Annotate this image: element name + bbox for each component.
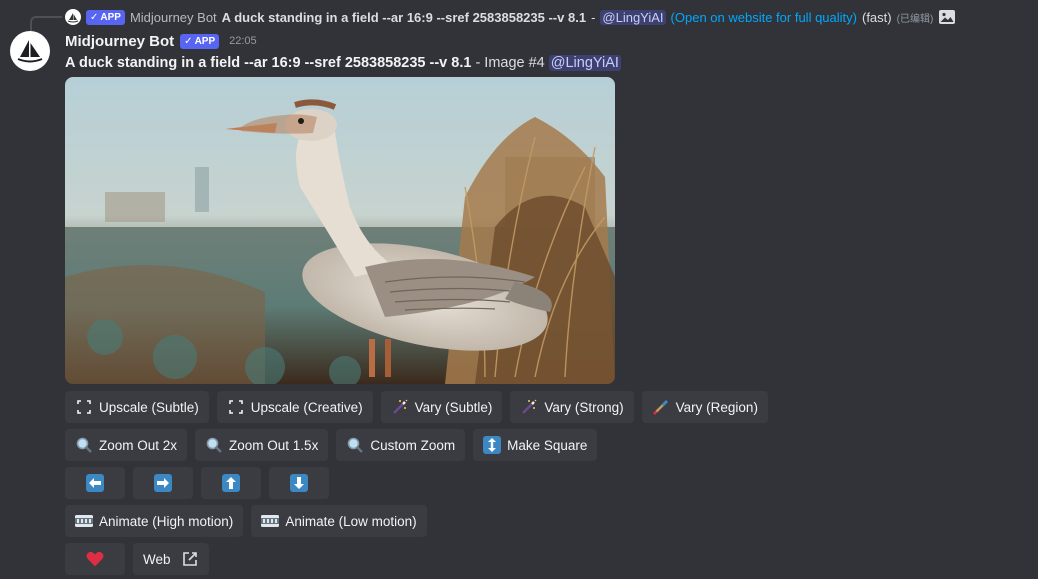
reply-avatar[interactable] <box>65 9 81 25</box>
feedback-row: Web <box>65 543 209 575</box>
sailboat-icon <box>17 40 43 63</box>
favorite-button[interactable] <box>65 543 125 575</box>
upscale-creative-button[interactable]: Upscale (Creative) <box>216 391 373 423</box>
animate-row: Animate (High motion) Animate (Low motio… <box>65 505 427 537</box>
external-link-icon <box>181 550 199 568</box>
film-frames-icon <box>261 512 280 530</box>
film-frames-icon <box>75 512 93 530</box>
reply-author[interactable]: Midjourney Bot <box>130 10 217 25</box>
action-row-2: Zoom Out 2x Zoom Out 1.5x Custom Zoom Ma… <box>65 429 598 461</box>
check-icon: ✓ <box>184 35 193 47</box>
check-icon: ✓ <box>90 11 99 23</box>
action-row-1: Upscale (Subtle) Upscale (Creative) Vary… <box>65 391 768 423</box>
pan-left-button[interactable] <box>65 467 125 499</box>
image-icon[interactable] <box>938 9 956 25</box>
magic-wand-icon <box>391 398 409 416</box>
magic-wand-icon <box>520 398 538 416</box>
expand-arrows-icon <box>75 398 93 416</box>
message-content: A duck standing in a field --ar 16:9 --s… <box>65 53 621 73</box>
reply-connector <box>30 16 62 32</box>
zoom-out-1-5x-button[interactable]: Zoom Out 1.5x <box>195 429 329 461</box>
avatar[interactable] <box>10 31 50 71</box>
reply-preview[interactable]: ✓ APP Midjourney Bot A duck standing in a… <box>65 7 956 27</box>
timestamp[interactable]: 22:05 <box>229 35 257 47</box>
image-number: - Image #4 <box>475 55 545 71</box>
pan-up-button[interactable] <box>201 467 261 499</box>
pan-right-button[interactable] <box>133 467 193 499</box>
arrow-right-icon <box>154 474 172 492</box>
author-name[interactable]: Midjourney Bot <box>65 33 174 50</box>
edited-label: (已编辑) <box>896 13 934 25</box>
custom-zoom-button[interactable]: Custom Zoom <box>336 429 466 461</box>
pan-down-button[interactable] <box>269 467 329 499</box>
speed-label: (fast) <box>861 9 892 25</box>
app-badge: ✓ APP <box>86 9 125 25</box>
open-website-link[interactable]: (Open on website for full quality) <box>671 10 857 25</box>
magnifier-icon <box>205 436 223 454</box>
app-badge: ✓ APP <box>180 33 220 49</box>
arrow-left-icon <box>86 474 104 492</box>
generated-image[interactable] <box>65 77 615 384</box>
prompt-text: A duck standing in a field --ar 16:9 --s… <box>65 55 472 71</box>
vary-subtle-button[interactable]: Vary (Subtle) <box>380 391 503 423</box>
message-header: Midjourney Bot ✓ APP 22:05 <box>65 31 257 51</box>
magnifier-icon <box>75 436 93 454</box>
expand-arrows-icon <box>227 398 245 416</box>
vary-region-button[interactable]: Vary (Region) <box>641 391 768 423</box>
animate-low-motion-button[interactable]: Animate (Low motion) <box>251 505 427 537</box>
vary-strong-button[interactable]: Vary (Strong) <box>510 391 634 423</box>
user-mention[interactable]: @LingYiAI <box>548 55 621 71</box>
up-down-arrow-icon <box>483 436 502 454</box>
reply-dash: - <box>591 9 596 25</box>
heart-icon <box>86 550 104 568</box>
animate-high-motion-button[interactable]: Animate (High motion) <box>65 505 244 537</box>
reply-mention[interactable]: @LingYiAI <box>600 9 666 25</box>
paintbrush-icon <box>652 398 670 416</box>
make-square-button[interactable]: Make Square <box>473 429 598 461</box>
magnifier-icon <box>346 436 364 454</box>
web-button[interactable]: Web <box>133 543 209 575</box>
reply-text[interactable]: A duck standing in a field --ar 16:9 --s… <box>222 10 586 25</box>
pan-row <box>65 467 329 499</box>
upscale-subtle-button[interactable]: Upscale (Subtle) <box>65 391 209 423</box>
arrow-up-icon <box>222 474 240 492</box>
zoom-out-2x-button[interactable]: Zoom Out 2x <box>65 429 188 461</box>
arrow-down-icon <box>290 474 308 492</box>
